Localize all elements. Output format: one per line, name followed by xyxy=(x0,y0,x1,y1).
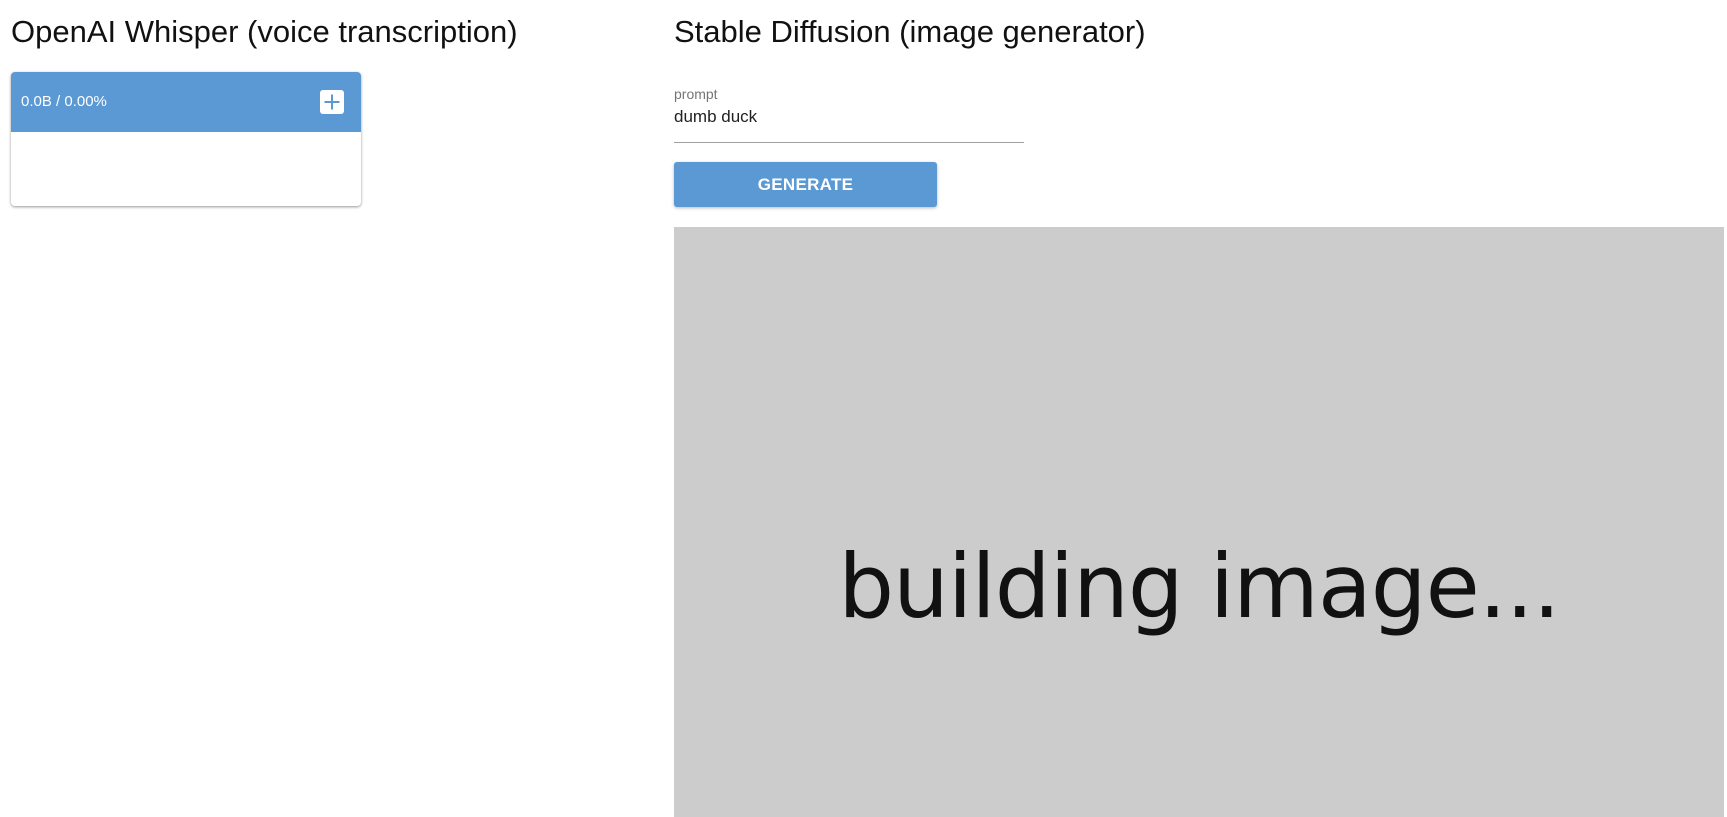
prompt-label: prompt xyxy=(674,86,718,102)
page: OpenAI Whisper (voice transcription) 0.0… xyxy=(0,0,1727,817)
add-button[interactable] xyxy=(320,90,344,114)
plus-icon xyxy=(324,94,340,110)
whisper-progress-text: 0.0B / 0.00% xyxy=(21,93,107,110)
generate-button[interactable]: GENERATE xyxy=(674,162,937,207)
prompt-field: prompt xyxy=(674,84,1024,143)
stable-diffusion-title: Stable Diffusion (image generator) xyxy=(674,14,1146,49)
image-status-text: building image... xyxy=(838,535,1560,638)
prompt-input[interactable] xyxy=(674,105,1024,129)
whisper-title: OpenAI Whisper (voice transcription) xyxy=(11,14,518,49)
generated-image-area: building image... xyxy=(674,227,1724,817)
whisper-card-header: 0.0B / 0.00% xyxy=(11,72,361,132)
whisper-card: 0.0B / 0.00% xyxy=(11,72,361,206)
